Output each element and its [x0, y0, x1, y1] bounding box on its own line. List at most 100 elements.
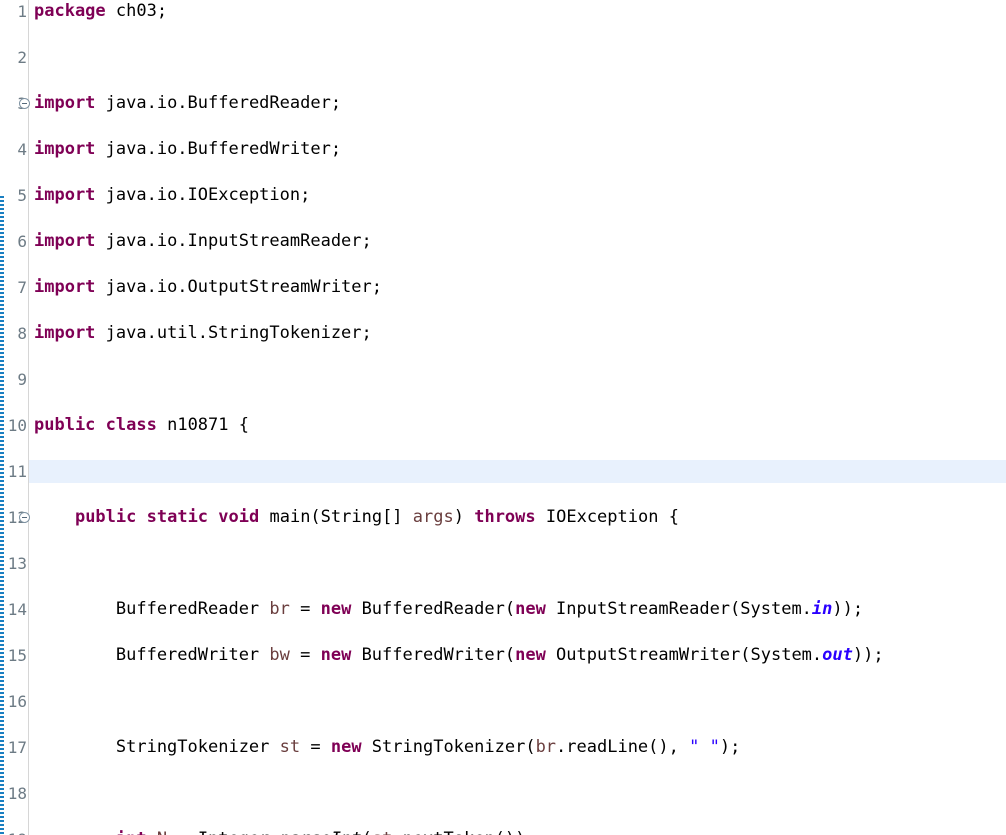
token-kw: package: [34, 1, 106, 21]
line-number: 16: [0, 690, 28, 713]
line-number: 5: [0, 184, 28, 207]
token-plain: ));: [852, 645, 884, 665]
code-text[interactable]: int N = Integer.parseInt(st.nextToken())…: [34, 828, 536, 835]
collapse-fold-icon[interactable]: [19, 512, 30, 523]
token-plain: OutputStreamWriter(System.: [545, 645, 823, 665]
code-line[interactable]: 16: [0, 690, 1006, 713]
token-kw: class: [105, 415, 157, 435]
token-plain: n10871 {: [156, 415, 249, 435]
code-line[interactable]: 6 import java.io.InputStreamReader;: [0, 230, 1006, 253]
code-text[interactable]: import java.util.StringTokenizer;: [34, 322, 372, 345]
code-text[interactable]: public static void main(String[] args) t…: [34, 506, 679, 529]
token-statf: out: [822, 645, 853, 665]
line-number: 1: [0, 0, 28, 23]
code-text[interactable]: import java.io.InputStreamReader;: [34, 230, 372, 253]
token-kw: import: [34, 185, 96, 205]
code-text[interactable]: package ch03;: [34, 0, 167, 23]
token-var: st: [279, 737, 301, 757]
code-editor[interactable]: 1 package ch03; 2 3import java.io.BufferedR…: [0, 0, 1006, 835]
token-plain: =: [289, 645, 321, 665]
token-str: " ": [689, 737, 720, 757]
code-line[interactable]: 2: [0, 46, 1006, 69]
token-plain: java.io.IOException;: [95, 185, 311, 205]
token-kw: import: [34, 93, 96, 113]
token-kw: static: [146, 507, 209, 527]
code-line[interactable]: 1 package ch03;: [0, 0, 1006, 23]
code-line[interactable]: 11: [0, 460, 1006, 483]
token-plain: = Integer.: [167, 829, 279, 835]
code-line[interactable]: 19 int N = Integer.parseInt(st.nextToken…: [0, 828, 1006, 835]
token-plain: .nextToken());: [392, 829, 535, 835]
code-line[interactable]: 7 import java.io.OutputStreamWriter;: [0, 276, 1006, 299]
code-text[interactable]: BufferedWriter bw = new BufferedWriter(n…: [34, 644, 884, 667]
token-plain: ));: [832, 599, 864, 619]
token-var: st: [372, 829, 392, 835]
code-line[interactable]: 8 import java.util.StringTokenizer;: [0, 322, 1006, 345]
line-number: 15: [0, 644, 28, 667]
token-kw: public: [74, 507, 137, 527]
code-line[interactable]: 3import java.io.BufferedReader;: [0, 92, 1006, 115]
token-plain: java.io.OutputStreamWriter;: [95, 277, 382, 297]
line-number: 9: [0, 368, 28, 391]
token-plain: java.io.BufferedReader;: [95, 93, 342, 113]
code-line-list: 1 package ch03; 2 3import java.io.BufferedR…: [0, 0, 1006, 835]
code-line[interactable]: 10 public class n10871 {: [0, 414, 1006, 437]
token-plain: BufferedReader: [34, 599, 270, 619]
token-var: br: [269, 599, 290, 619]
code-line[interactable]: 15 BufferedWriter bw = new BufferedWrite…: [0, 644, 1006, 667]
token-var: N: [157, 829, 167, 835]
code-line[interactable]: 4 import java.io.BufferedWriter;: [0, 138, 1006, 161]
code-text[interactable]: import java.io.OutputStreamWriter;: [34, 276, 382, 299]
code-line[interactable]: 9: [0, 368, 1006, 391]
token-kw: public: [34, 415, 96, 435]
token-kw: new: [515, 599, 546, 619]
code-line[interactable]: 17 StringTokenizer st = new StringTokeni…: [0, 736, 1006, 759]
token-kw: import: [34, 277, 96, 297]
line-number: 2: [0, 46, 28, 69]
token-plain: BufferedWriter(: [351, 645, 516, 665]
code-text[interactable]: import java.io.BufferedWriter;: [34, 138, 341, 161]
code-text[interactable]: StringTokenizer st = new StringTokenizer…: [34, 736, 740, 759]
token-plain: java.util.StringTokenizer;: [95, 323, 372, 343]
token-plain: BufferedWriter: [34, 645, 270, 665]
code-line[interactable]: 18: [0, 782, 1006, 805]
token-plain: );: [719, 737, 741, 757]
collapse-fold-icon[interactable]: [19, 98, 30, 109]
code-text[interactable]: import java.io.BufferedReader;: [34, 92, 341, 115]
code-text[interactable]: BufferedReader br = new BufferedReader(n…: [34, 598, 863, 621]
token-plain: InputStreamReader(System.: [545, 599, 812, 619]
token-kw: new: [330, 737, 362, 757]
line-number: 18: [0, 782, 28, 805]
line-number: 10: [0, 414, 28, 437]
code-line[interactable]: 12 public static void main(String[] args…: [0, 506, 1006, 529]
code-line[interactable]: 14 BufferedReader br = new BufferedReade…: [0, 598, 1006, 621]
code-text[interactable]: public class n10871 {: [34, 414, 249, 437]
token-kw: new: [320, 645, 352, 665]
change-bar-ruler: [0, 0, 4, 835]
token-plain: BufferedReader(: [351, 599, 516, 619]
token-plain: ): [453, 507, 475, 527]
token-kw: new: [320, 599, 352, 619]
code-line[interactable]: 5 import java.io.IOException;: [0, 184, 1006, 207]
token-var: bw: [269, 645, 290, 665]
line-number: 4: [0, 138, 28, 161]
line-number: 13: [0, 552, 28, 575]
token-statf: in: [811, 599, 833, 619]
token-kw: import: [34, 323, 96, 343]
token-plain: StringTokenizer: [34, 737, 280, 757]
token-stat: parseInt: [280, 829, 362, 835]
token-kw: throws: [474, 507, 536, 527]
gutter-separator: [28, 0, 29, 835]
code-line[interactable]: 13: [0, 552, 1006, 575]
token-kw: void: [218, 507, 260, 527]
line-number: 8: [0, 322, 28, 345]
token-plain: StringTokenizer(: [361, 737, 536, 757]
line-number: 14: [0, 598, 28, 621]
code-text[interactable]: import java.io.IOException;: [34, 184, 310, 207]
